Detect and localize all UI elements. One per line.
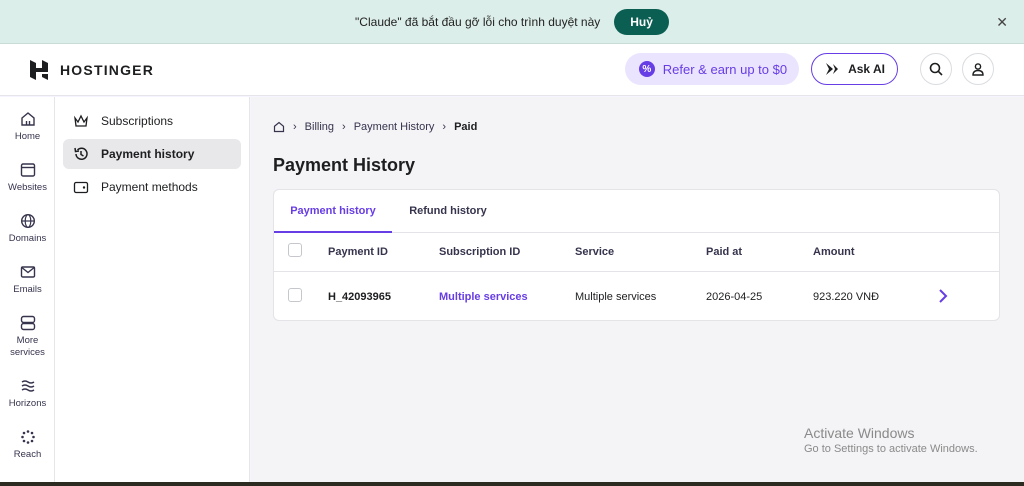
watermark-title: Activate Windows [804,425,915,441]
page-title: Payment History [273,155,416,175]
search-icon [929,62,943,76]
badge-percent-icon: % [638,61,655,77]
mail-icon [20,266,35,278]
close-icon[interactable]: ✕ [996,14,1008,31]
nav-label-websites: Websites [8,182,47,193]
ai-sparkle-icon [826,63,839,75]
breadcrumb-payment-history[interactable]: Payment History [354,121,435,133]
tab-bar: Payment history Refund history [274,190,999,233]
nav-label-reach: Reach [13,449,42,460]
history-icon [74,147,88,160]
nav-label-emails: Emails [13,284,42,295]
nav-item-reach[interactable]: Reach [0,429,55,461]
nav-label-home: Home [14,131,41,142]
main-icon-nav: Home Websites Domains Emails More servic… [0,97,55,486]
subscription-id-link[interactable]: Multiple services [439,291,528,303]
payment-id-cell: H_42093965 [328,291,392,303]
chevron-right-icon: › [293,121,297,133]
debug-banner: "Claude" đã bắt đầu gỡ lỗi cho trình duy… [0,0,1024,44]
column-header-service: Service [575,246,615,258]
taskbar-edge [0,482,1024,486]
horizons-icon [21,380,34,392]
nav-item-domains[interactable]: Domains [0,213,55,245]
chevron-right-icon: › [342,121,346,133]
nav-item-home[interactable]: Home [0,111,55,143]
nav-label-horizons: Horizons [8,398,47,409]
payment-history-card: Payment history Refund history Payment I… [273,189,1000,321]
nav-label-more-services: More services [10,335,45,358]
home-icon [20,112,35,126]
ask-ai-button[interactable]: Ask AI [811,53,898,85]
refer-earn-button[interactable]: % Refer & earn up to $0 [624,53,800,85]
services-icon [20,315,35,331]
nav-item-websites[interactable]: Websites [0,162,55,194]
billing-sub-nav: Subscriptions Payment history Payment me… [55,97,250,486]
breadcrumb-billing[interactable]: Billing [305,121,334,133]
debug-message: "Claude" đã bắt đầu gỡ lỗi cho trình duy… [355,14,601,29]
column-header-subscription-id: Subscription ID [439,246,521,258]
account-button[interactable] [962,53,994,85]
nav-label-domains: Domains [8,233,47,244]
breadcrumb-current: Paid [454,121,478,133]
chevron-right-icon: › [442,121,447,133]
breadcrumb: › Billing › Payment History › Paid [273,121,477,133]
table-row[interactable]: H_42093965 Multiple services Multiple se… [274,272,999,321]
sub-nav-label: Payment history [101,147,195,161]
nav-item-emails[interactable]: Emails [0,264,55,296]
select-all-checkbox[interactable] [288,243,302,257]
crown-icon [74,114,88,127]
column-header-paid-at: Paid at [706,246,743,258]
paid-at-cell: 2026-04-25 [706,291,763,303]
service-cell: Multiple services [575,291,657,303]
table-header: Payment ID Subscription ID Service Paid … [274,233,999,272]
cancel-debug-button[interactable]: Huỷ [614,8,669,35]
hostinger-logo[interactable]: HOSTINGER [28,59,154,81]
nav-item-more-services[interactable]: More services [0,315,55,359]
column-header-amount: Amount [813,246,855,258]
brand-name: HOSTINGER [60,61,155,78]
home-icon[interactable] [273,121,285,133]
globe-icon [20,213,35,229]
watermark-subtitle: Go to Settings to activate Windows. [804,443,978,455]
refer-earn-label: Refer & earn up to $0 [662,61,788,77]
sub-nav-payment-history[interactable]: Payment history [63,139,241,169]
amount-cell: 923.220 VNĐ [813,291,880,303]
wallet-icon [73,181,89,194]
ask-ai-label: Ask AI [848,62,885,76]
sub-nav-payment-methods[interactable]: Payment methods [63,172,241,202]
search-button[interactable] [920,53,952,85]
user-icon [972,63,984,76]
sub-nav-label: Subscriptions [101,114,174,128]
hostinger-logo-icon [30,59,48,80]
reach-icon [20,430,35,444]
websites-icon [20,163,35,177]
sub-nav-label: Payment methods [101,180,198,194]
windows-activation-watermark: Activate Windows Go to Settings to activ… [804,425,978,455]
nav-item-horizons[interactable]: Horizons [0,378,55,410]
sub-nav-subscriptions[interactable]: Subscriptions [63,106,241,136]
tab-payment-history[interactable]: Payment history [274,190,392,233]
chevron-right-icon[interactable] [933,286,953,306]
top-header: HOSTINGER % Refer & earn up to $0 Ask AI [0,44,1024,96]
row-checkbox[interactable] [288,288,302,302]
tab-refund-history[interactable]: Refund history [400,190,496,233]
column-header-payment-id: Payment ID [328,246,388,258]
